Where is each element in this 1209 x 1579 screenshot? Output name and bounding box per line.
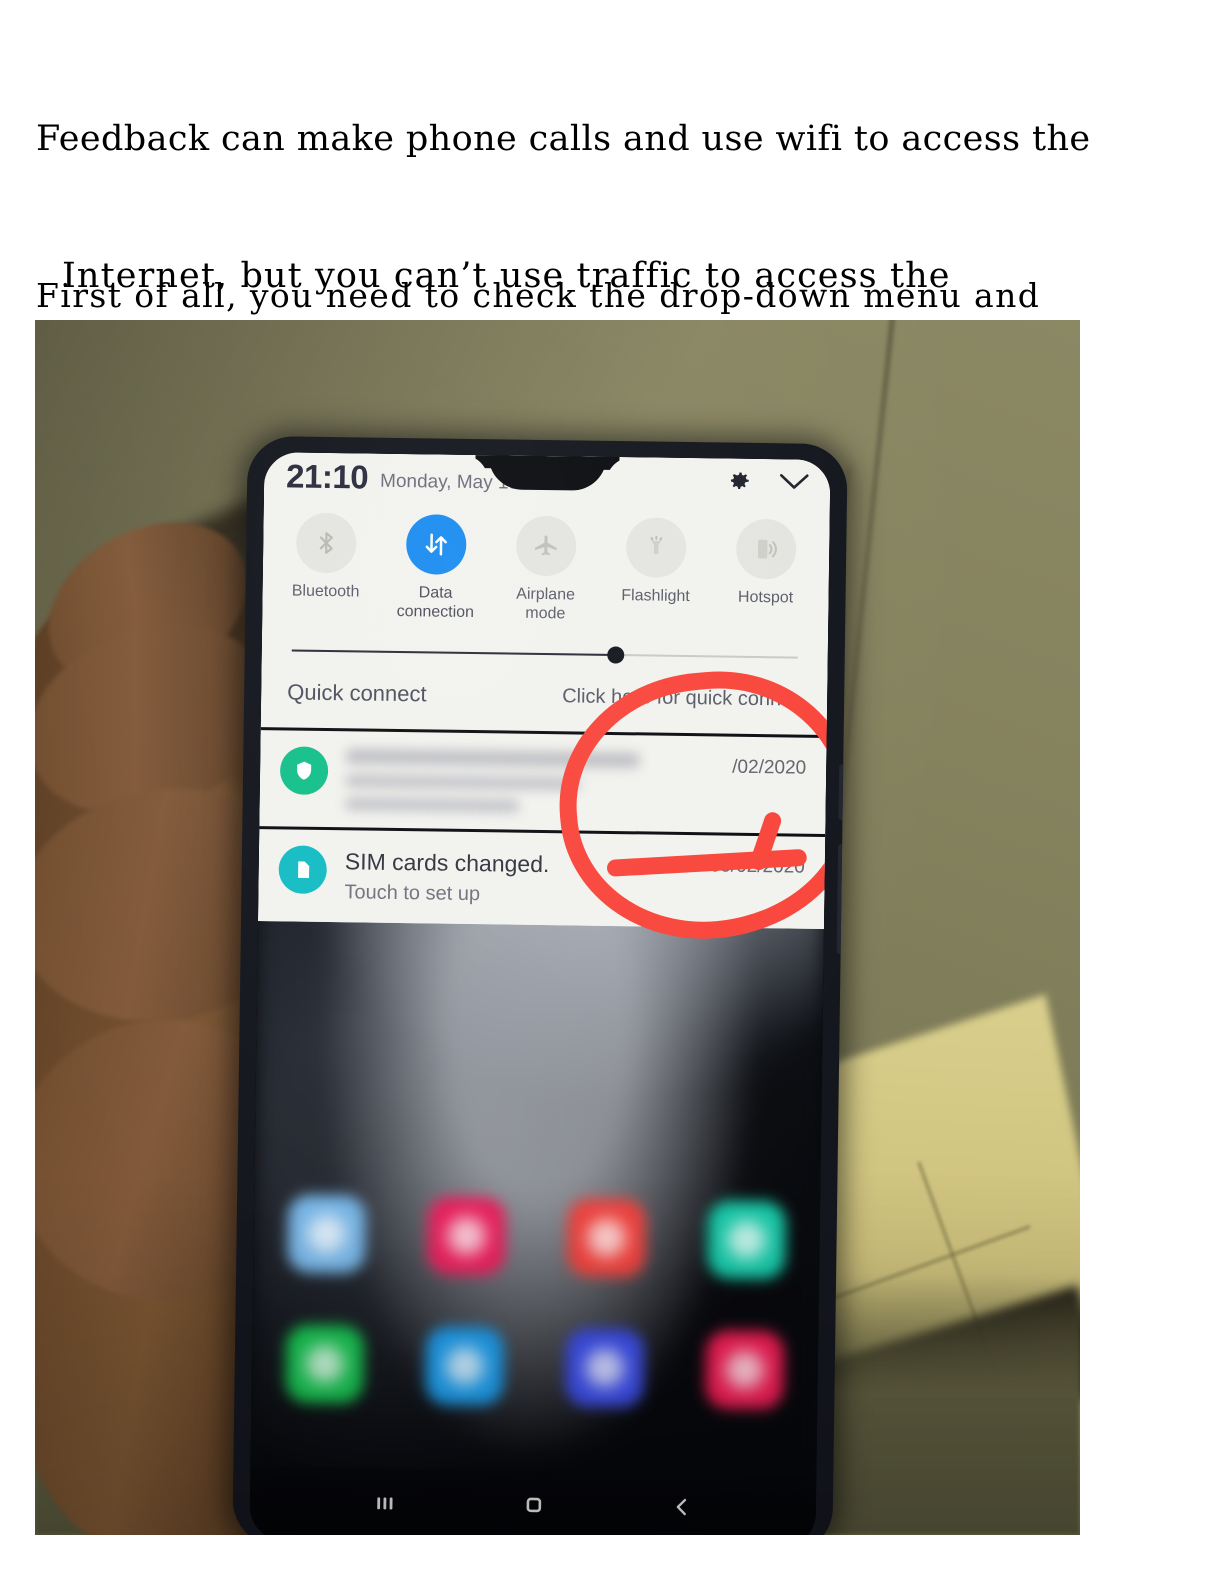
hotspot-icon (735, 518, 797, 580)
brightness-slider-knob[interactable] (606, 646, 625, 665)
data-connection-icon (405, 514, 467, 575)
quick-connect-row[interactable]: Quick connect Click here for quick conn… (261, 669, 828, 735)
display-notch (488, 455, 607, 491)
brightness-slider-fill (291, 649, 616, 657)
toggle-bluetooth[interactable]: Bluetooth (278, 512, 373, 621)
toggle-airplane-mode[interactable]: Airplane mode (498, 515, 593, 624)
navigation-bar (249, 1466, 817, 1535)
brightness-slider-track (291, 646, 798, 665)
quick-settings-panel: 21:10 Monday, May 18 Bluetooth Data conn… (260, 452, 831, 736)
toggle-flashlight-label: Flashlight (621, 587, 690, 606)
home-button[interactable] (521, 1492, 547, 1522)
app-icon[interactable] (565, 1328, 645, 1408)
notification-item[interactable]: /02/2020 (259, 727, 827, 835)
recents-button[interactable] (371, 1490, 397, 1520)
smartphone: 21:10 Monday, May 18 Bluetooth Data conn… (232, 435, 848, 1535)
phone-bezel: 21:10 Monday, May 18 Bluetooth Data conn… (249, 452, 831, 1535)
toggle-data-connection-label: Data connection (396, 584, 475, 622)
app-row-1 (287, 1194, 787, 1280)
toggle-bluetooth-label: Bluetooth (291, 582, 360, 601)
airplane-icon (515, 515, 577, 577)
quick-toggle-row: Bluetooth Data connection Airplane mode … (262, 496, 830, 633)
status-bar-icons (724, 467, 810, 500)
toggle-hotspot[interactable]: Hotspot (718, 518, 813, 627)
quick-connect-label: Quick connect (287, 679, 427, 707)
phone-screen: 21:10 Monday, May 18 Bluetooth Data conn… (249, 452, 831, 1535)
clock: 21:10 (285, 457, 369, 496)
app-icon[interactable] (705, 1330, 785, 1410)
notification-subtitle[interactable]: Touch to set up (344, 880, 699, 909)
app-icon[interactable] (285, 1324, 365, 1404)
instruction-line-1: First of all, you need to check the drop… (36, 276, 1041, 316)
shield-icon (279, 746, 329, 796)
app-icon[interactable] (707, 1200, 787, 1280)
app-icon[interactable] (425, 1326, 505, 1406)
toggle-hotspot-label: Hotspot (737, 588, 794, 607)
chevron-down-icon[interactable] (778, 471, 810, 491)
notification-item[interactable]: SIM cards changed. Touch to set up 05/02… (258, 826, 826, 929)
app-icon-grid (251, 1194, 821, 1462)
notification-body (345, 748, 723, 815)
figure-photo: 21:10 Monday, May 18 Bluetooth Data conn… (35, 320, 1080, 1535)
toggle-data-connection[interactable]: Data connection (388, 514, 483, 623)
toggle-flashlight[interactable]: Flashlight (608, 517, 703, 626)
gear-icon[interactable] (724, 467, 752, 495)
back-button[interactable] (670, 1495, 694, 1523)
toggle-airplane-mode-label: Airplane mode (516, 585, 576, 623)
notification-time: /02/2020 (732, 757, 807, 780)
bluetooth-icon (295, 512, 357, 574)
app-icon[interactable] (567, 1198, 647, 1278)
notification-body: SIM cards changed. Touch to set up (344, 847, 700, 910)
sim-card-icon (278, 845, 328, 895)
app-row-2 (285, 1324, 785, 1410)
app-icon[interactable] (427, 1196, 507, 1276)
notification-title-obscured (345, 749, 723, 815)
quick-connect-action[interactable]: Click here for quick conn… (562, 685, 801, 711)
app-icon[interactable] (287, 1194, 367, 1274)
intro-line-1: Feedback can make phone calls and use wi… (36, 119, 1091, 159)
flashlight-icon (625, 517, 687, 578)
brightness-slider[interactable] (262, 625, 829, 677)
